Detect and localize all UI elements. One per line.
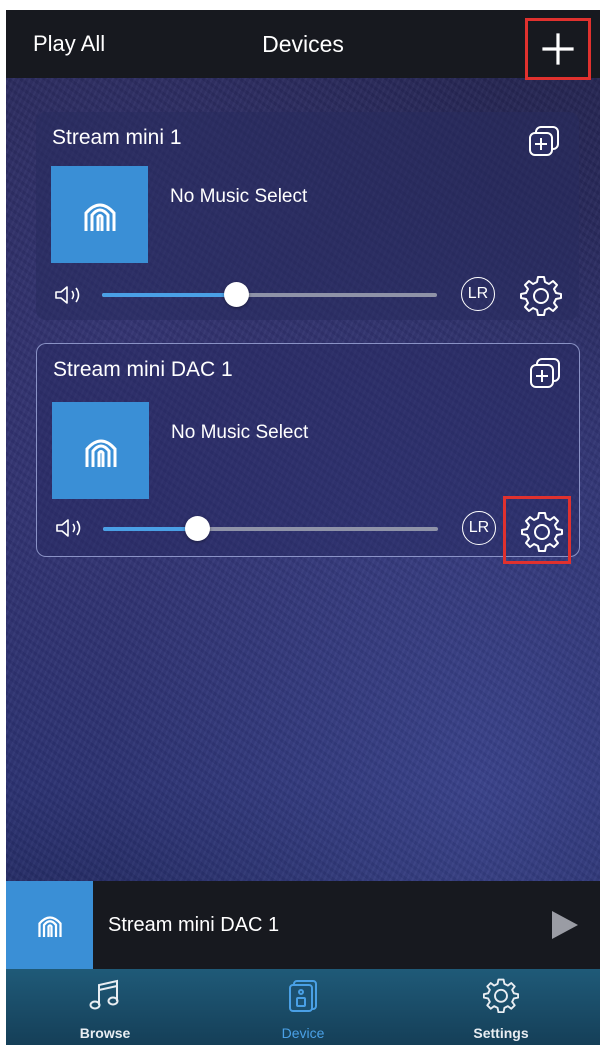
devices-screen: Play All Devices Stream mini 1 No Music … <box>6 10 600 1045</box>
device-settings-icon[interactable] <box>520 274 562 316</box>
volume-slider[interactable] <box>102 282 437 307</box>
add-device-button[interactable] <box>525 18 591 80</box>
now-playing-text: No Music Select <box>170 186 308 207</box>
mini-player-device-name: Stream mini DAC 1 <box>108 914 280 936</box>
volume-fill <box>103 527 197 531</box>
album-art <box>52 402 149 499</box>
volume-thumb[interactable] <box>224 282 249 307</box>
volume-fill <box>102 293 236 297</box>
tab-label: Settings <box>473 1025 529 1041</box>
brand-logo-icon <box>37 916 62 937</box>
channel-button[interactable]: LR <box>462 511 496 545</box>
device-name: Stream mini DAC 1 <box>53 358 233 381</box>
volume-slider[interactable] <box>103 516 438 541</box>
page-title: Devices <box>262 31 344 57</box>
device-settings-icon[interactable] <box>521 510 563 552</box>
now-playing-text: No Music Select <box>171 422 309 443</box>
gear-icon <box>483 978 519 1013</box>
music-note-icon <box>89 979 119 1010</box>
bottom-tab-bar: Browse Device Settings <box>6 969 600 1045</box>
volume-icon <box>55 286 80 304</box>
brand-logo-icon <box>84 203 115 231</box>
plus-icon <box>542 33 574 65</box>
device-name: Stream mini 1 <box>52 126 182 149</box>
volume-icon <box>56 519 81 537</box>
device-card[interactable]: Stream mini 1 No Music Select LR <box>36 112 579 320</box>
add-to-group-icon[interactable] <box>526 124 562 160</box>
tab-label: Browse <box>79 1025 131 1041</box>
album-art <box>51 166 148 263</box>
top-bar: Play All Devices <box>6 10 600 80</box>
add-to-group-icon[interactable] <box>527 356 563 392</box>
volume-thumb[interactable] <box>184 516 210 541</box>
channel-button[interactable]: LR <box>461 277 495 311</box>
tab-settings[interactable]: Settings <box>402 969 600 1045</box>
tab-label: Device <box>281 1025 325 1041</box>
mini-player-art <box>6 881 93 969</box>
tab-device[interactable]: Device <box>204 969 402 1045</box>
device-card-selected[interactable]: Stream mini DAC 1 No Music Select LR <box>36 343 580 557</box>
play-icon[interactable] <box>548 909 580 941</box>
speaker-icon <box>289 980 317 1012</box>
brand-logo-icon <box>85 439 116 467</box>
mini-player[interactable]: Stream mini DAC 1 <box>6 881 600 969</box>
tab-browse[interactable]: Browse <box>6 969 204 1045</box>
